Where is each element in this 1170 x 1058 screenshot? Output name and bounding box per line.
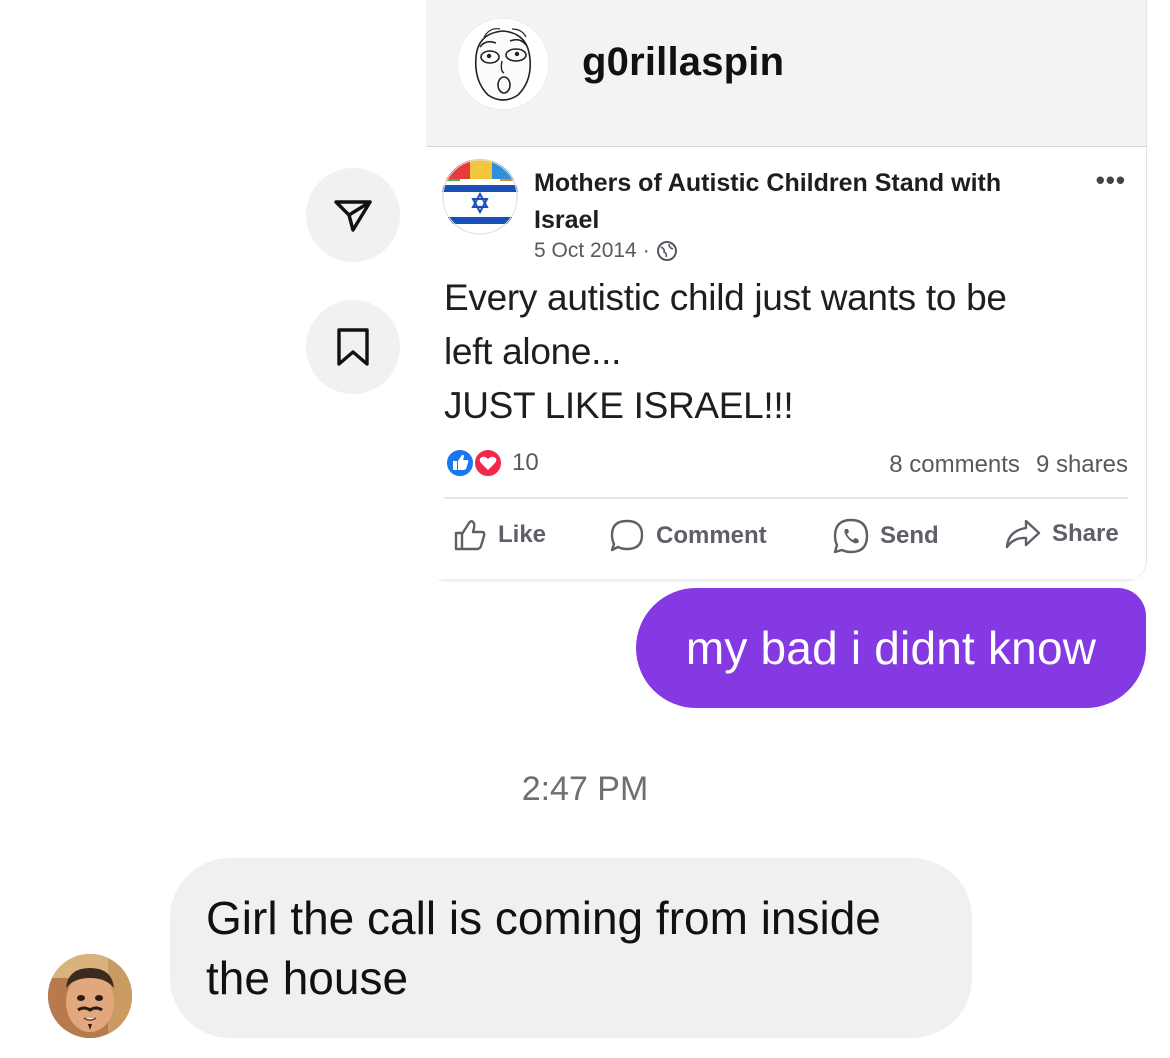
- fb-post-meta: 5 Oct 2014 ·: [534, 239, 678, 263]
- paper-plane-icon: [334, 200, 372, 232]
- fb-send-label: Send: [880, 522, 939, 549]
- fb-page-avatar: [442, 159, 518, 235]
- fb-post-text-line: left alone...: [444, 331, 622, 372]
- reaction-count: 10: [512, 449, 539, 476]
- fb-engagement-counts: 8 comments 9 shares: [889, 451, 1128, 479]
- fb-comment-label: Comment: [656, 522, 767, 549]
- fb-like-action: Like: [452, 517, 546, 553]
- fb-post-text-line: JUST LIKE ISRAEL!!!: [444, 385, 794, 426]
- fb-like-label: Like: [498, 521, 547, 548]
- rage-face-icon: [456, 17, 550, 111]
- shared-post-header: g0rillaspin: [426, 0, 1146, 146]
- fb-post-text-line: Every autistic child just wants to be: [444, 277, 1007, 318]
- outgoing-message-text: my bad i didnt know: [685, 622, 1097, 674]
- outgoing-message-bubble[interactable]: my bad i didnt know: [636, 588, 1146, 708]
- fb-page-name-line2: Israel: [534, 206, 600, 234]
- facebook-post-screenshot: Mothers of Autistic Children Stand with …: [426, 146, 1146, 579]
- fb-post-date: 5 Oct 2014: [534, 239, 637, 262]
- fb-share-label: Share: [1052, 520, 1119, 547]
- comment-bubble-icon: [610, 519, 644, 552]
- fb-divider: [444, 497, 1128, 499]
- like-love-reaction-icons: [445, 448, 503, 478]
- fb-page-name: Mothers of Autistic Children Stand with …: [534, 165, 1094, 239]
- fb-comment-action: Comment: [608, 517, 767, 555]
- more-options-icon: •••: [1095, 165, 1126, 195]
- fb-post-text: Every autistic child just wants to be le…: [444, 271, 1124, 433]
- sender-avatar[interactable]: [456, 17, 550, 111]
- shares-count: 9 shares: [1035, 451, 1128, 478]
- sender-username[interactable]: g0rillaspin: [582, 40, 784, 85]
- bookmark-icon: [337, 328, 369, 366]
- fb-send-action: Send: [832, 517, 939, 555]
- share-arrow-icon: [1005, 519, 1041, 549]
- comments-count: 8 comments: [889, 451, 1020, 478]
- incoming-message-line: Girl the call is coming from inside: [206, 892, 881, 944]
- israel-puzzle-flag-icon: [442, 159, 518, 235]
- whatsapp-icon: [833, 518, 869, 554]
- globe-icon: [656, 241, 677, 261]
- save-button[interactable]: [306, 300, 400, 394]
- incoming-message-bubble[interactable]: Girl the call is coming from inside the …: [170, 858, 972, 1038]
- forward-button[interactable]: [306, 168, 400, 262]
- fb-page-name-line1: Mothers of Autistic Children Stand with: [534, 169, 1002, 197]
- contact-avatar[interactable]: [48, 954, 132, 1038]
- incoming-message-line: the house: [206, 952, 409, 1004]
- fb-share-action: Share: [1004, 517, 1119, 551]
- message-timestamp: 2:47 PM: [521, 770, 649, 808]
- profile-photo-icon: [48, 954, 132, 1038]
- thumbs-up-icon: [454, 520, 486, 551]
- fb-action-bar: Like Comment Send Share: [426, 511, 1146, 563]
- shared-post-card[interactable]: g0rillaspin Mothers of Autistic Children…: [426, 0, 1147, 582]
- fb-reactions: 10: [444, 447, 539, 479]
- fb-meta-dot: ·: [642, 239, 650, 262]
